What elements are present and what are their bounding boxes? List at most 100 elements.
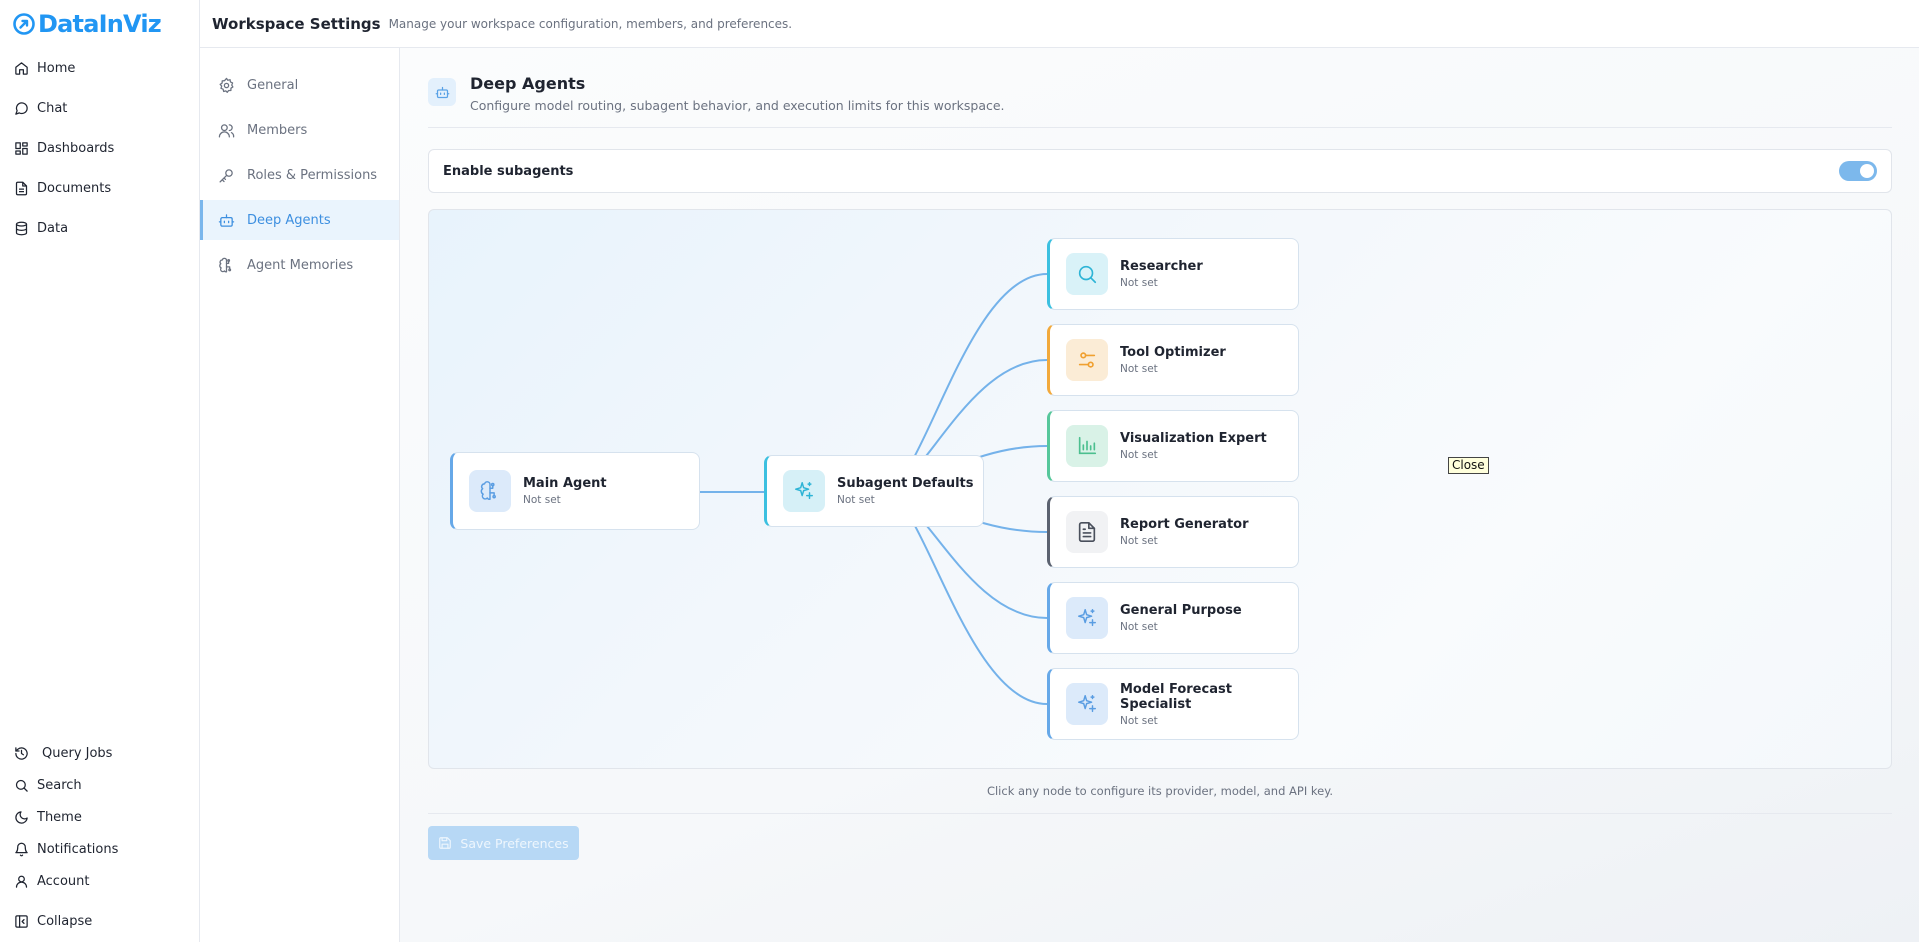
nav-home[interactable]: Home bbox=[14, 56, 75, 80]
gear-icon bbox=[218, 77, 235, 94]
nav-chat[interactable]: Chat bbox=[14, 96, 67, 120]
node-status: Not set bbox=[1120, 277, 1158, 289]
search-icon bbox=[14, 778, 29, 793]
nav-dashboards[interactable]: Dashboards bbox=[14, 136, 114, 160]
nav-account[interactable]: Account bbox=[14, 869, 90, 893]
settings-item-deep-agents[interactable]: Deep Agents bbox=[200, 200, 399, 240]
sliders-icon bbox=[1066, 339, 1108, 381]
top-header: Workspace Settings Manage your workspace… bbox=[200, 0, 1919, 48]
brain-icon bbox=[469, 470, 511, 512]
database-icon bbox=[14, 221, 29, 236]
node-title: Report Generator bbox=[1120, 517, 1249, 532]
collapse-icon bbox=[14, 914, 29, 929]
node-title: Researcher bbox=[1120, 259, 1203, 274]
nav-label: Chat bbox=[37, 100, 68, 116]
divider bbox=[428, 813, 1892, 814]
nav-label: Dashboards bbox=[37, 140, 115, 156]
nav-search[interactable]: Search bbox=[14, 773, 82, 797]
section-header: Deep Agents Configure model routing, sub… bbox=[428, 74, 1005, 113]
settings-item-label: Agent Memories bbox=[247, 257, 354, 273]
nav-label: Collapse bbox=[37, 913, 93, 929]
settings-item-label: General bbox=[247, 77, 299, 93]
user-icon bbox=[14, 874, 29, 889]
nav-label: Theme bbox=[37, 809, 82, 825]
logo-text: DataInViz bbox=[38, 10, 162, 38]
node-title: Tool Optimizer bbox=[1120, 345, 1226, 360]
settings-item-members[interactable]: Members bbox=[200, 110, 399, 150]
node-researcher[interactable]: Researcher Not set bbox=[1047, 238, 1299, 310]
divider bbox=[428, 127, 1892, 128]
save-label: Save Preferences bbox=[460, 835, 569, 851]
node-status: Not set bbox=[1120, 535, 1158, 547]
bar-chart-icon bbox=[1066, 425, 1108, 467]
sparkles-icon bbox=[1066, 597, 1108, 639]
node-title: Model Forecast Specialist bbox=[1120, 681, 1232, 712]
bell-icon bbox=[14, 842, 29, 857]
node-title: Main Agent bbox=[523, 476, 607, 491]
node-visualization-expert[interactable]: Visualization Expert Not set bbox=[1047, 410, 1299, 482]
history-icon bbox=[14, 746, 29, 761]
users-icon bbox=[218, 122, 235, 139]
sparkles-icon bbox=[1066, 683, 1108, 725]
app-logo[interactable]: DataInViz bbox=[12, 9, 162, 39]
node-status: Not set bbox=[1120, 621, 1158, 633]
settings-item-label: Deep Agents bbox=[247, 212, 331, 228]
nav-notifications[interactable]: Notifications bbox=[14, 837, 118, 861]
nav-label: Account bbox=[37, 873, 90, 889]
graph-hint: Click any node to configure its provider… bbox=[986, 784, 1334, 798]
nav-label: Query Jobs bbox=[42, 745, 113, 761]
page-subtitle: Manage your workspace configuration, mem… bbox=[388, 16, 793, 31]
node-general-purpose[interactable]: General Purpose Not set bbox=[1047, 582, 1299, 654]
node-report-generator[interactable]: Report Generator Not set bbox=[1047, 496, 1299, 568]
node-subagent-defaults[interactable]: Subagent Defaults Not set bbox=[764, 455, 984, 527]
nav-label: Documents bbox=[37, 180, 112, 196]
save-preferences-button[interactable]: Save Preferences bbox=[428, 826, 579, 860]
key-icon bbox=[218, 167, 235, 184]
node-status: Not set bbox=[523, 494, 561, 506]
settings-item-agent-memories[interactable]: Agent Memories bbox=[200, 245, 399, 285]
nav-data[interactable]: Data bbox=[14, 216, 68, 240]
enable-subagents-toggle[interactable] bbox=[1839, 161, 1877, 181]
node-status: Not set bbox=[1120, 449, 1158, 461]
node-title: Subagent Defaults bbox=[837, 476, 974, 491]
page-title: Workspace Settings bbox=[212, 14, 381, 33]
nav-label: Data bbox=[37, 220, 69, 236]
settings-item-label: Roles & Permissions bbox=[247, 167, 378, 183]
sparkles-icon bbox=[783, 470, 825, 512]
node-title: Visualization Expert bbox=[1120, 431, 1267, 446]
nav-documents[interactable]: Documents bbox=[14, 176, 111, 200]
document-icon bbox=[14, 181, 29, 196]
toggle-knob bbox=[1860, 164, 1874, 178]
enable-subagents-label: Enable subagents bbox=[443, 163, 574, 179]
search-icon bbox=[1066, 253, 1108, 295]
section-description: Configure model routing, subagent behavi… bbox=[470, 98, 1005, 113]
dashboard-icon bbox=[14, 141, 29, 156]
node-status: Not set bbox=[1120, 714, 1158, 727]
nav-theme[interactable]: Theme bbox=[14, 805, 82, 829]
settings-item-roles[interactable]: Roles & Permissions bbox=[200, 155, 399, 195]
brain-icon bbox=[218, 257, 235, 274]
node-main-agent[interactable]: Main Agent Not set bbox=[450, 452, 700, 530]
node-model-forecast-specialist[interactable]: Model Forecast Specialist Not set bbox=[1047, 668, 1299, 740]
agent-graph-canvas: Main Agent Not set Subagent Defaults Not… bbox=[428, 209, 1892, 769]
robot-icon bbox=[428, 78, 456, 106]
section-title: Deep Agents bbox=[470, 74, 586, 93]
close-tooltip: Close bbox=[1448, 457, 1489, 474]
node-status: Not set bbox=[1120, 363, 1158, 375]
nav-query-jobs[interactable]: Query Jobs bbox=[14, 741, 112, 765]
save-icon bbox=[438, 836, 452, 850]
settings-nav: General Members Roles & Permissions Deep… bbox=[200, 48, 400, 942]
settings-item-label: Members bbox=[247, 122, 308, 138]
node-tool-optimizer[interactable]: Tool Optimizer Not set bbox=[1047, 324, 1299, 396]
chat-icon bbox=[14, 101, 29, 116]
main-content: Deep Agents Configure model routing, sub… bbox=[400, 48, 1919, 942]
app-sidebar: DataInViz Home Chat Dashboards Documents… bbox=[0, 0, 200, 942]
nav-label: Home bbox=[37, 60, 76, 76]
nav-collapse[interactable]: Collapse bbox=[14, 909, 92, 933]
moon-icon bbox=[14, 810, 29, 825]
enable-subagents-row: Enable subagents bbox=[428, 149, 1892, 193]
robot-icon bbox=[218, 212, 235, 229]
settings-item-general[interactable]: General bbox=[200, 65, 399, 105]
node-status: Not set bbox=[837, 494, 875, 506]
logo-icon bbox=[12, 12, 36, 36]
